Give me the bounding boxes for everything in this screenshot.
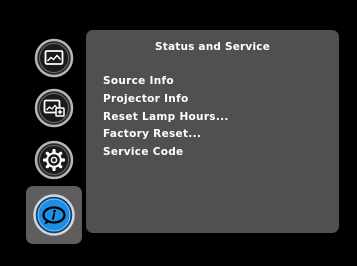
status-and-service-panel: Status and Service Source Info Projector… <box>86 30 339 233</box>
picture-settings-icon[interactable] <box>34 38 74 78</box>
status-info-icon[interactable] <box>32 193 76 237</box>
menu-icon-column <box>24 34 82 256</box>
panel-title: Status and Service <box>154 41 271 53</box>
menu-item-service-code[interactable]: Service Code <box>103 144 229 162</box>
menu-item-reset-lamp-hours[interactable]: Reset Lamp Hours... <box>103 109 229 127</box>
picture-advanced-icon[interactable] <box>34 88 74 128</box>
menu-item-projector-info[interactable]: Projector Info <box>103 91 229 109</box>
projector-osd-menu: Status and Service Source Info Projector… <box>0 0 357 266</box>
menu-item-source-info[interactable]: Source Info <box>103 73 229 91</box>
menu-item-factory-reset[interactable]: Factory Reset... <box>103 126 229 144</box>
setup-gear-icon[interactable] <box>34 140 74 180</box>
menu-list: Source Info Projector Info Reset Lamp Ho… <box>103 73 229 162</box>
